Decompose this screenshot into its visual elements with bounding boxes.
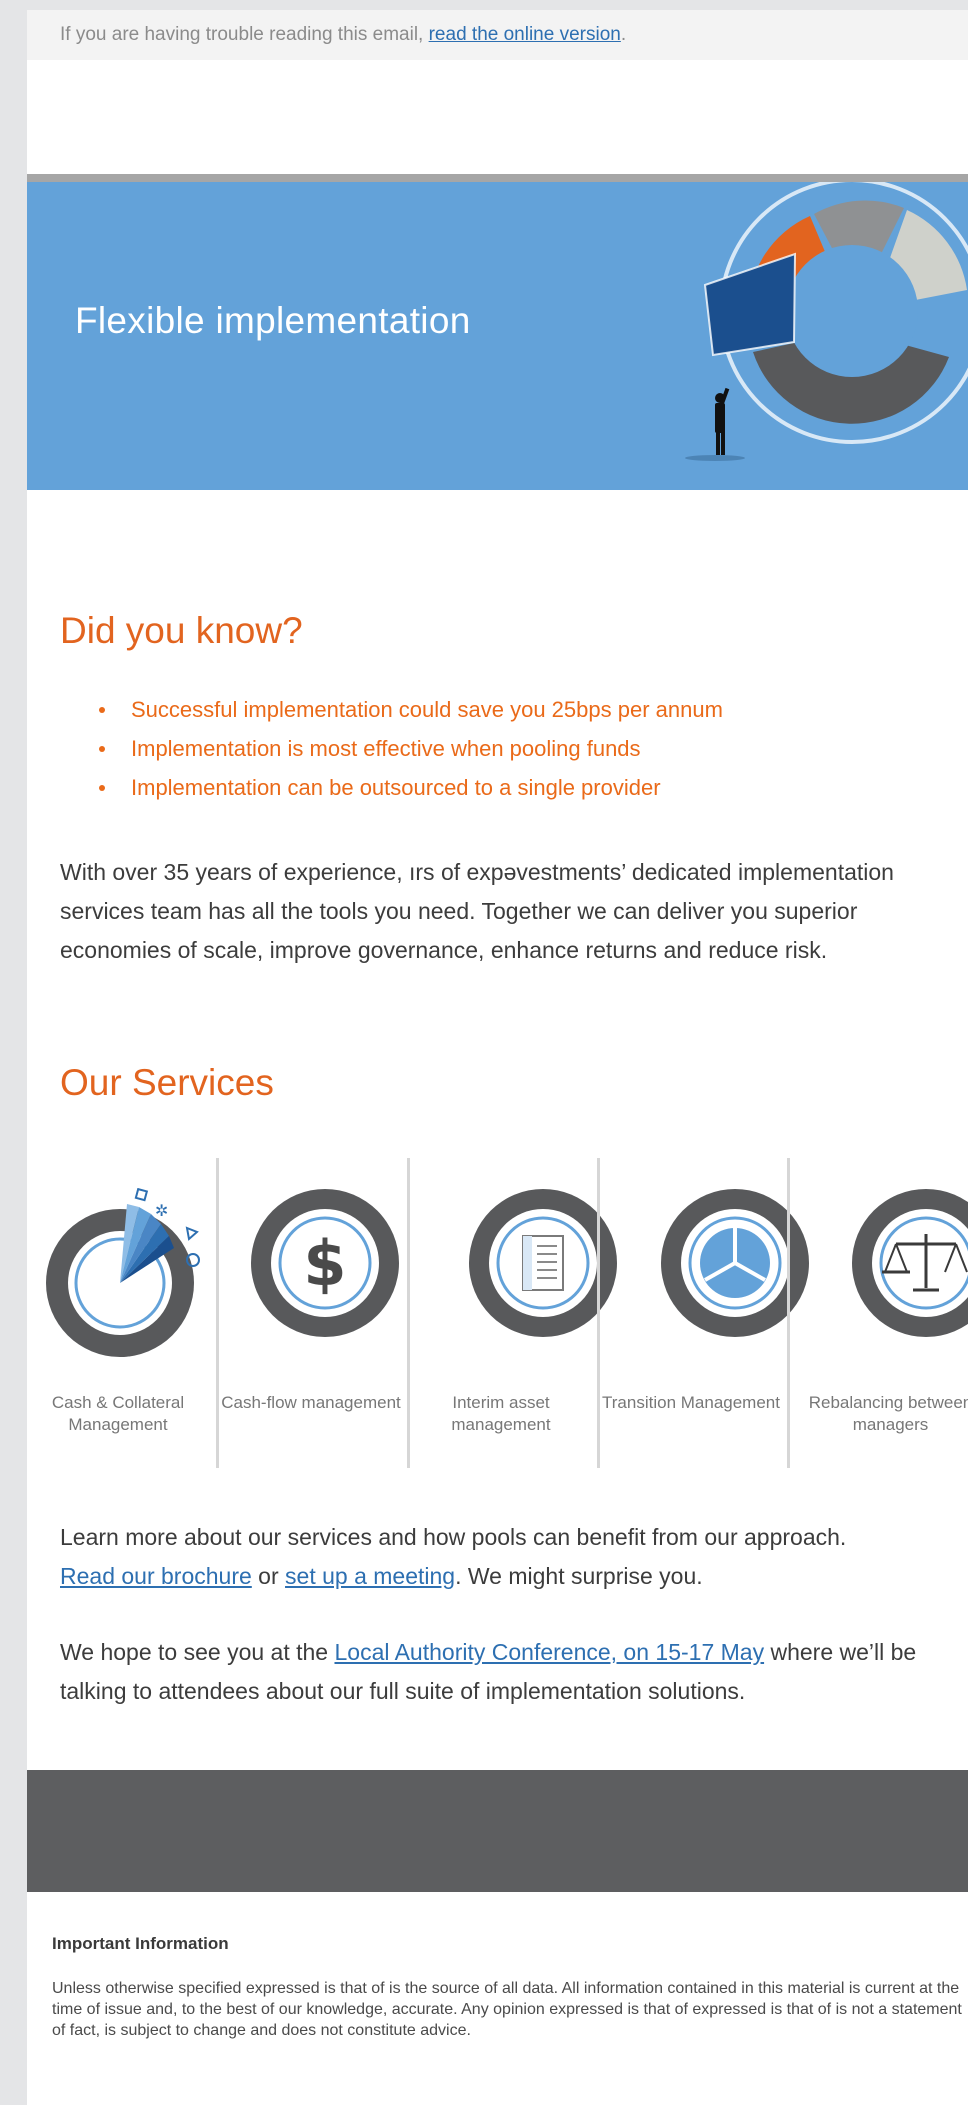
list-item: Implementation can be outsourced to a si… [91,768,723,807]
preheader: If you are having trouble reading this e… [27,10,968,60]
divider [787,1158,790,1468]
cash-collateral-icon: ✲ [46,1188,200,1357]
document-icon [469,1189,617,1337]
hero-title: Flexible implementation [75,300,471,341]
dollar-icon: $ [251,1189,399,1337]
hero-banner: Flexible implementation [27,182,968,490]
scales-icon [852,1189,968,1337]
or-text: or [251,1563,286,1589]
footer-band [27,1770,968,1892]
service-label: Transition Management [602,1393,780,1412]
did-you-know-title: Did you know? [60,610,303,651]
email-page: If you are having trouble reading this e… [27,10,968,2105]
preheader-suffix: . [620,24,627,45]
did-you-know-list: Successful implementation could save you… [91,690,723,807]
list-item: Successful implementation could save you… [91,690,723,729]
read-brochure-link[interactable]: Read our brochure [60,1563,252,1589]
learn-more-text: Learn more about our services and how po… [60,1524,847,1550]
conference-prefix: We hope to see you at the [60,1639,335,1665]
online-version-link[interactable]: read the online version [429,24,621,45]
service-label: Interim asset management [451,1393,551,1434]
learn-more-paragraph: Learn more about our services and how po… [60,1518,960,1596]
service-label: Cash-flow management [221,1393,401,1412]
svg-text:✲: ✲ [155,1201,168,1220]
preheader-text: If you are having trouble reading this e… [60,24,429,45]
intro-paragraph: With over 35 years of experience, ırs of… [60,859,894,963]
learn-more-suffix: . We might surprise you. [455,1563,703,1589]
services-row: ✲ Cash & Collateral Management $ Cash-fl… [27,1158,968,1468]
service-rebalancing[interactable]: Rebalancing between managers [793,1158,968,1468]
hero-illustration [685,182,968,461]
important-info-text: Unless otherwise specified expressed is … [52,1980,962,2039]
divider [216,1158,219,1468]
svg-text:$: $ [303,1227,346,1300]
service-label: Rebalancing between managers [808,1393,968,1434]
conference-paragraph: We hope to see you at the Local Authorit… [60,1633,950,1711]
conference-link[interactable]: Local Authority Conference, on 15-17 May [334,1639,764,1665]
service-interim-asset[interactable]: Interim asset management [410,1158,617,1468]
important-info-heading: Important Information [52,1934,229,1953]
service-cash-flow[interactable]: $ Cash-flow management [220,1158,410,1468]
service-transition[interactable]: Transition Management [600,1158,809,1468]
top-divider [27,174,968,182]
service-cash-collateral[interactable]: ✲ Cash & Collateral Management [27,1158,219,1468]
set-up-meeting-link[interactable]: set up a meeting [285,1563,455,1589]
our-services-title: Our Services [60,1062,274,1103]
service-label: Cash & Collateral Management [51,1393,185,1434]
list-item: Implementation is most effective when po… [91,729,723,768]
